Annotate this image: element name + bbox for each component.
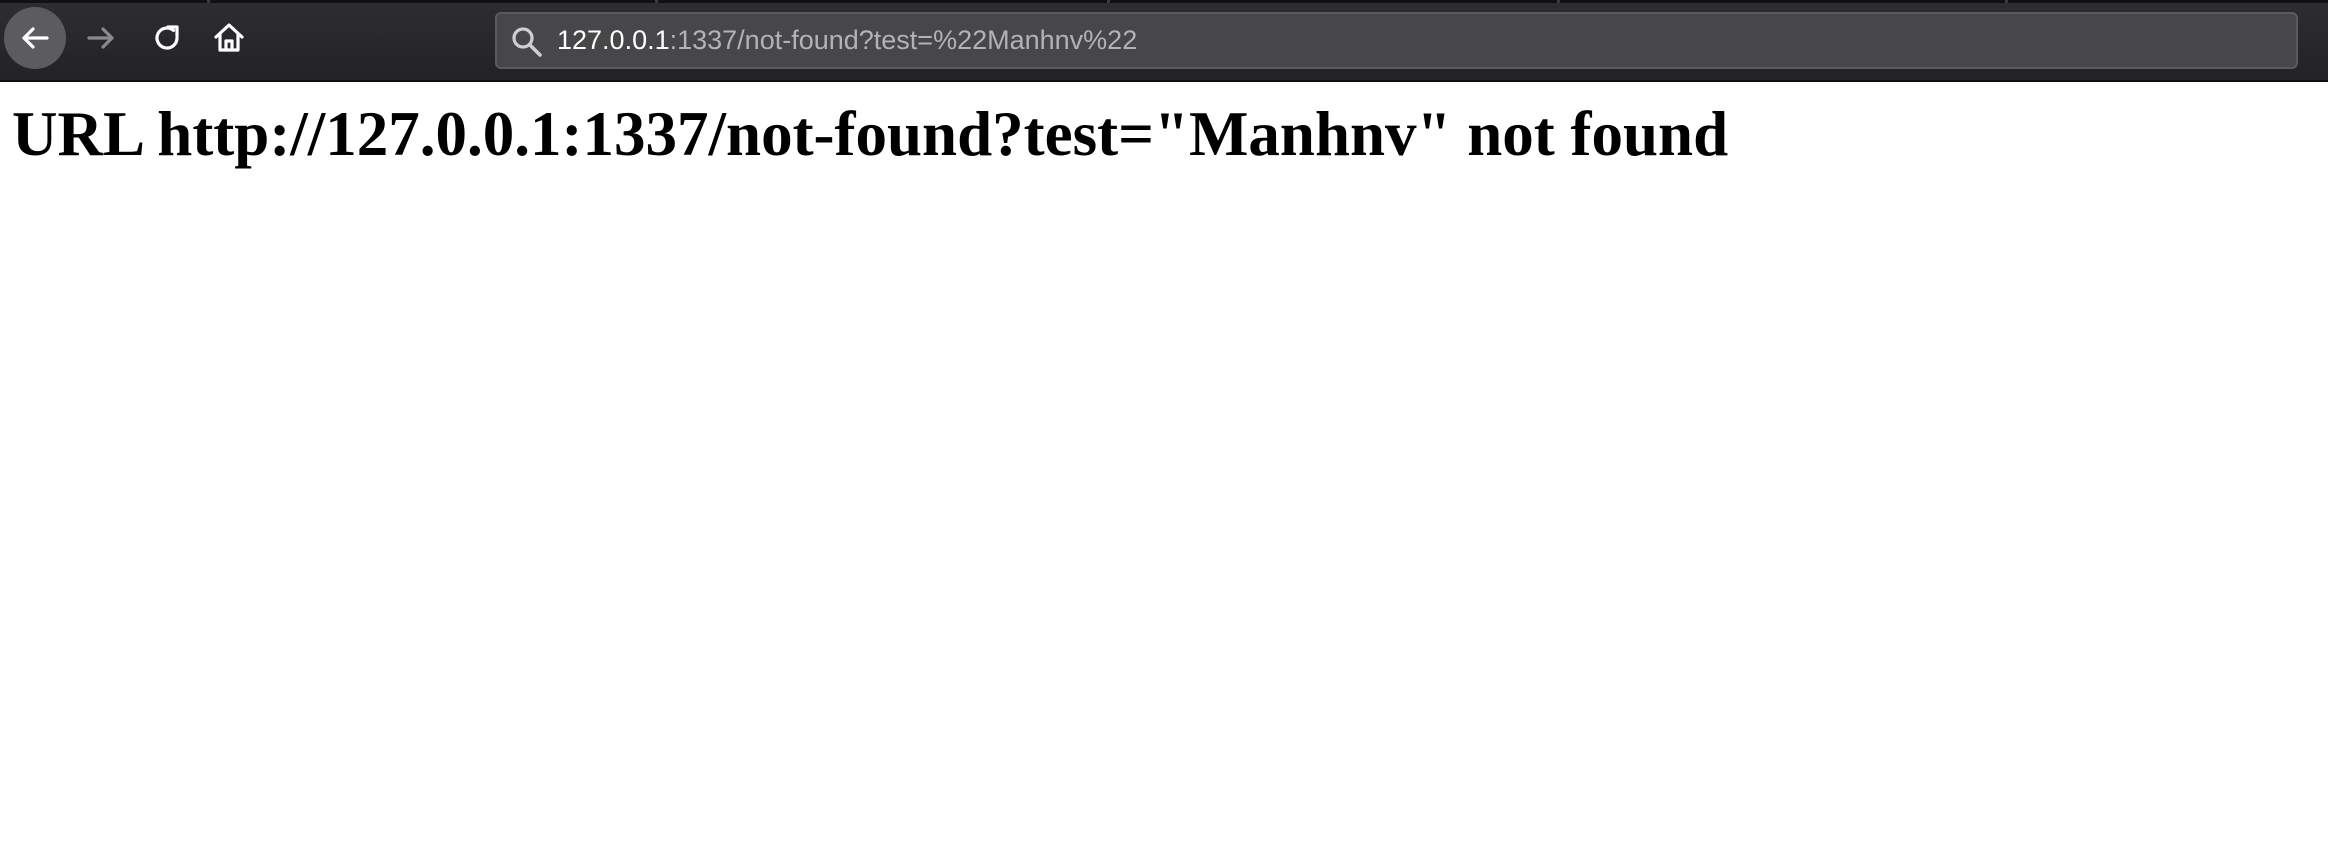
forward-button[interactable] [70,7,132,69]
home-icon [214,23,244,52]
arrow-left-icon [22,27,49,49]
address-bar[interactable]: 127.0.0.1:1337/not-found?test=%22Manhnv%… [495,12,2298,69]
reload-button[interactable] [136,7,198,69]
home-button[interactable] [198,7,260,69]
browser-toolbar: 127.0.0.1:1337/not-found?test=%22Manhnv%… [0,0,2328,82]
url-host: 127.0.0.1 [557,25,670,55]
back-button[interactable] [4,7,66,69]
arrow-right-icon [87,27,114,49]
tab-separator [2005,0,2008,3]
tab-strip-edge [0,0,2328,3]
tab-separator [207,0,210,3]
tab-separator [1107,0,1110,3]
url-path: :1337/not-found?test=%22Manhnv%22 [669,25,1138,55]
url-text[interactable]: 127.0.0.1:1337/not-found?test=%22Manhnv%… [557,14,1137,67]
tab-separator [1557,0,1560,3]
reload-icon [155,25,179,50]
search-icon [512,27,542,57]
page-heading: URL http://127.0.0.1:1337/not-found?test… [12,99,1729,169]
tab-separator [655,0,658,3]
